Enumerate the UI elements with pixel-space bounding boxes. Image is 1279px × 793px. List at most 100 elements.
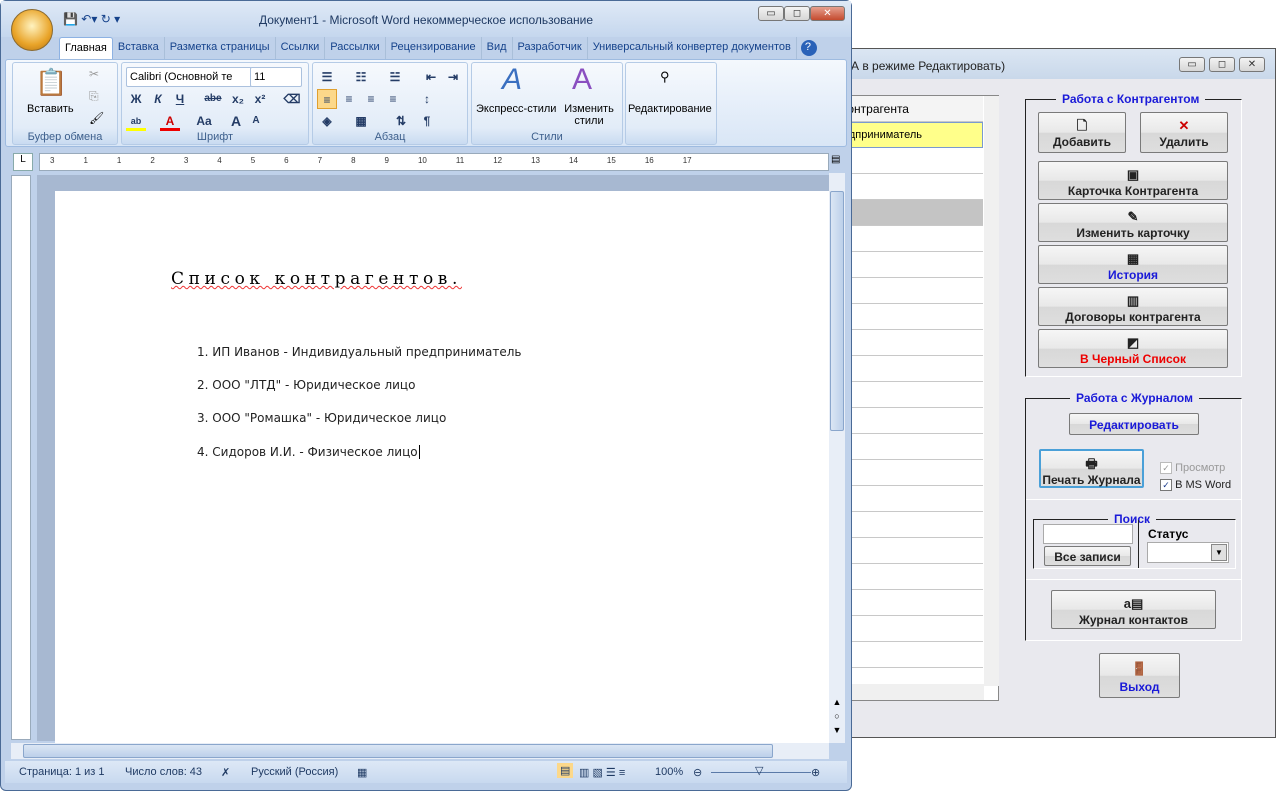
grid-row[interactable]	[840, 590, 983, 616]
horizontal-scrollbar[interactable]	[11, 743, 829, 759]
zoom-slider-thumb[interactable]: ▽	[755, 764, 763, 777]
increase-indent-icon[interactable]: ⇥	[443, 67, 463, 87]
contractor-card-button[interactable]: ▣ Карточка Контрагента	[1038, 161, 1228, 200]
grow-font-button[interactable]: A	[226, 111, 246, 131]
vertical-ruler[interactable]	[11, 175, 31, 740]
bold-button[interactable]: Ж	[126, 89, 146, 109]
line-spacing-icon[interactable]: ↕	[417, 89, 437, 109]
grid-row[interactable]	[840, 304, 983, 330]
decrease-indent-icon[interactable]: ⇤	[421, 67, 441, 87]
tab-page-layout[interactable]: Разметка страницы	[165, 37, 276, 59]
show-marks-icon[interactable]: ¶	[417, 111, 437, 131]
grid-row[interactable]	[840, 382, 983, 408]
grid-row[interactable]	[840, 330, 983, 356]
strikethrough-button[interactable]: abe	[200, 89, 226, 109]
grid-horizontal-scrollbar[interactable]	[840, 684, 984, 700]
font-color-icon[interactable]: A	[160, 111, 180, 131]
zoom-level[interactable]: 100%	[655, 766, 683, 778]
zoom-in-icon[interactable]: ⊕	[811, 766, 820, 779]
help-icon[interactable]: ?	[800, 40, 817, 56]
quick-styles-button[interactable]: Экспресс-стили	[476, 103, 556, 115]
change-case-button[interactable]: Aa	[194, 111, 214, 131]
tab-insert[interactable]: Вставка	[113, 37, 165, 59]
all-records-button[interactable]: Все записи	[1044, 546, 1131, 566]
delete-button[interactable]: ✕ Удалить	[1140, 112, 1228, 153]
chevron-down-icon[interactable]: ▼	[1211, 544, 1227, 561]
grid-row[interactable]	[840, 174, 983, 200]
grid-row[interactable]	[840, 564, 983, 590]
font-name-select[interactable]: Calibri (Основной те	[126, 67, 252, 87]
italic-button[interactable]: К	[148, 89, 168, 109]
office-button[interactable]	[11, 9, 53, 51]
view-ruler-icon[interactable]: ▤	[831, 154, 845, 170]
status-select[interactable]: ▼	[1147, 542, 1229, 563]
underline-button[interactable]: Ч	[170, 89, 190, 109]
editing-button[interactable]: Редактирование	[628, 103, 712, 115]
view-mode-icons[interactable]: ▥ ▧ ☰ ≡	[579, 766, 625, 779]
tab-review[interactable]: Рецензирование	[386, 37, 482, 59]
binoculars-icon[interactable]: ⚲	[660, 69, 670, 85]
blacklist-button[interactable]: ◩ В Черный Список	[1038, 329, 1228, 368]
grid-row[interactable]	[840, 408, 983, 434]
grid-row[interactable]	[840, 356, 983, 382]
grid-row[interactable]	[840, 252, 983, 278]
paste-icon[interactable]: 📋	[35, 67, 67, 98]
sort-icon[interactable]: ⇅	[391, 111, 411, 131]
contractors-grid[interactable]: контрагента едприниматель	[839, 95, 999, 701]
copy-icon[interactable]: ⎘	[89, 89, 99, 104]
word-maximize-button[interactable]: ◻	[784, 6, 810, 21]
contacts-log-button[interactable]: a▤ Журнал контактов	[1051, 590, 1216, 629]
align-right-icon[interactable]: ≡	[361, 89, 381, 109]
clear-format-icon[interactable]: ⌫	[282, 89, 302, 109]
quick-styles-icon[interactable]: A	[502, 63, 522, 97]
print-layout-icon[interactable]: ▤	[557, 763, 574, 778]
grid-row[interactable]	[840, 512, 983, 538]
print-journal-button[interactable]: 🖶 Печать Журнала	[1039, 449, 1144, 488]
justify-icon[interactable]: ≡	[383, 89, 403, 109]
font-size-select[interactable]: 11	[250, 67, 302, 87]
shrink-font-button[interactable]: A	[246, 111, 266, 131]
tab-home[interactable]: Главная	[59, 37, 113, 59]
align-center-icon[interactable]: ≡	[339, 89, 359, 109]
multilevel-list-icon[interactable]: ☱	[385, 67, 405, 87]
shading-icon[interactable]: ◈	[317, 111, 337, 131]
contracts-button[interactable]: ▥ Договоры контрагента	[1038, 287, 1228, 326]
subscript-button[interactable]: x₂	[228, 89, 248, 109]
add-button[interactable]: 🗋 Добавить	[1038, 112, 1126, 153]
numbering-icon[interactable]: ☷	[351, 67, 371, 87]
word-count[interactable]: Число слов: 43	[125, 766, 202, 778]
grid-row[interactable]	[840, 148, 983, 174]
superscript-button[interactable]: x²	[250, 89, 270, 109]
exit-button[interactable]: 🚪 Выход	[1099, 653, 1180, 698]
paste-button[interactable]: Вставить	[27, 103, 74, 115]
grid-row-selected[interactable]: едприниматель	[840, 122, 983, 148]
language[interactable]: Русский (Россия)	[251, 766, 338, 778]
tab-selector[interactable]: L	[13, 153, 33, 171]
tab-mailings[interactable]: Рассылки	[325, 37, 386, 59]
vertical-scrollbar[interactable]: ▲ ○ ▼	[829, 173, 845, 743]
grid-row[interactable]	[840, 486, 983, 512]
borders-icon[interactable]: ▦	[351, 111, 371, 131]
search-input[interactable]	[1043, 524, 1133, 544]
zoom-out-icon[interactable]: ⊖	[693, 766, 702, 779]
grid-row[interactable]	[840, 460, 983, 486]
minimize-button[interactable]: ▭	[1179, 57, 1205, 72]
history-button[interactable]: ▦ История	[1038, 245, 1228, 284]
tab-converter[interactable]: Универсальный конвертер документов	[588, 37, 797, 59]
grid-row[interactable]	[840, 642, 983, 668]
grid-row[interactable]	[840, 200, 983, 226]
word-close-button[interactable]: ✕	[810, 6, 845, 21]
grid-row[interactable]	[840, 616, 983, 642]
ms-word-checkbox[interactable]: ✓ B MS Word	[1160, 479, 1231, 491]
browse-object-icons[interactable]: ▲ ○ ▼	[831, 695, 843, 737]
format-painter-icon[interactable]: 🖌	[89, 111, 104, 125]
change-styles-button[interactable]: Изменить стили	[564, 103, 614, 127]
proofing-icon[interactable]: ✗	[221, 766, 230, 779]
grid-row[interactable]	[840, 538, 983, 564]
highlight-icon[interactable]: ab	[126, 111, 146, 131]
tab-view[interactable]: Вид	[482, 37, 513, 59]
close-button[interactable]: ✕	[1239, 57, 1265, 72]
cut-icon[interactable]: ✂	[89, 67, 99, 81]
change-styles-icon[interactable]: A	[572, 63, 592, 97]
horizontal-ruler[interactable]: 3 1 1 2 3 4 5 6 7 8 9 10 11 12 13 14 15 16 17	[39, 153, 829, 171]
